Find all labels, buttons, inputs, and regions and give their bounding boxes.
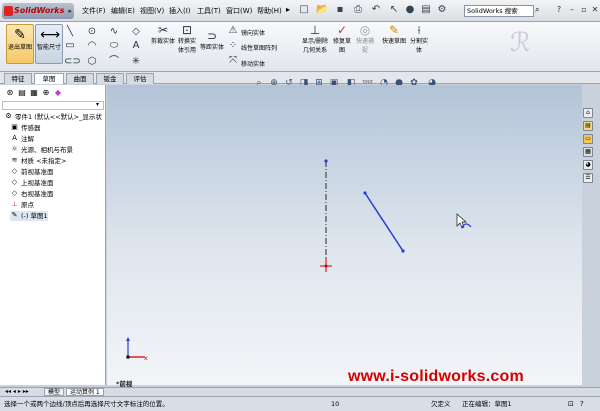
scroll-left-icon[interactable]: ◂◂ ◂ ▸ ▸▸ (5, 388, 29, 395)
sketch-line (364, 192, 404, 252)
triad-y-arrow (126, 337, 130, 341)
triad-origin (126, 355, 130, 359)
sketch-line-endpoint-end (401, 249, 405, 253)
origin-point (324, 264, 328, 268)
solidworks-resources-icon[interactable]: ⌂ (583, 108, 593, 118)
status-editing: 正在编辑：草图1 (462, 400, 512, 408)
custom-properties-icon[interactable]: ☰ (583, 173, 593, 183)
tab-motion-study[interactable]: 运动算例 1 (66, 388, 104, 396)
appearances-icon[interactable]: ◕ (583, 160, 593, 170)
help-status-icon[interactable]: ? (580, 398, 584, 410)
status-value: 10 (331, 400, 340, 408)
dimension-cursor-icon (456, 213, 472, 229)
sketch-canvas: x (126, 159, 472, 362)
tab-model[interactable]: 模型 (44, 388, 65, 396)
triad-x-mark: x (144, 355, 148, 362)
centerline-endpoint-top (324, 159, 328, 163)
design-library-icon[interactable]: ▤ (583, 121, 593, 131)
status-hint: 选择一个或两个边线/顶点后再选择尺寸文字标注的位置。 (4, 400, 169, 408)
website-watermark: www.i-solidworks.com (348, 368, 524, 385)
sketch-line-endpoint-start (363, 191, 367, 195)
rebuild-status-icon[interactable]: ⊡ (568, 398, 574, 410)
file-explorer-icon[interactable]: ▭ (583, 134, 593, 144)
view-palette-icon[interactable]: ▦ (583, 147, 593, 157)
status-definition: 欠定义 (431, 400, 451, 408)
